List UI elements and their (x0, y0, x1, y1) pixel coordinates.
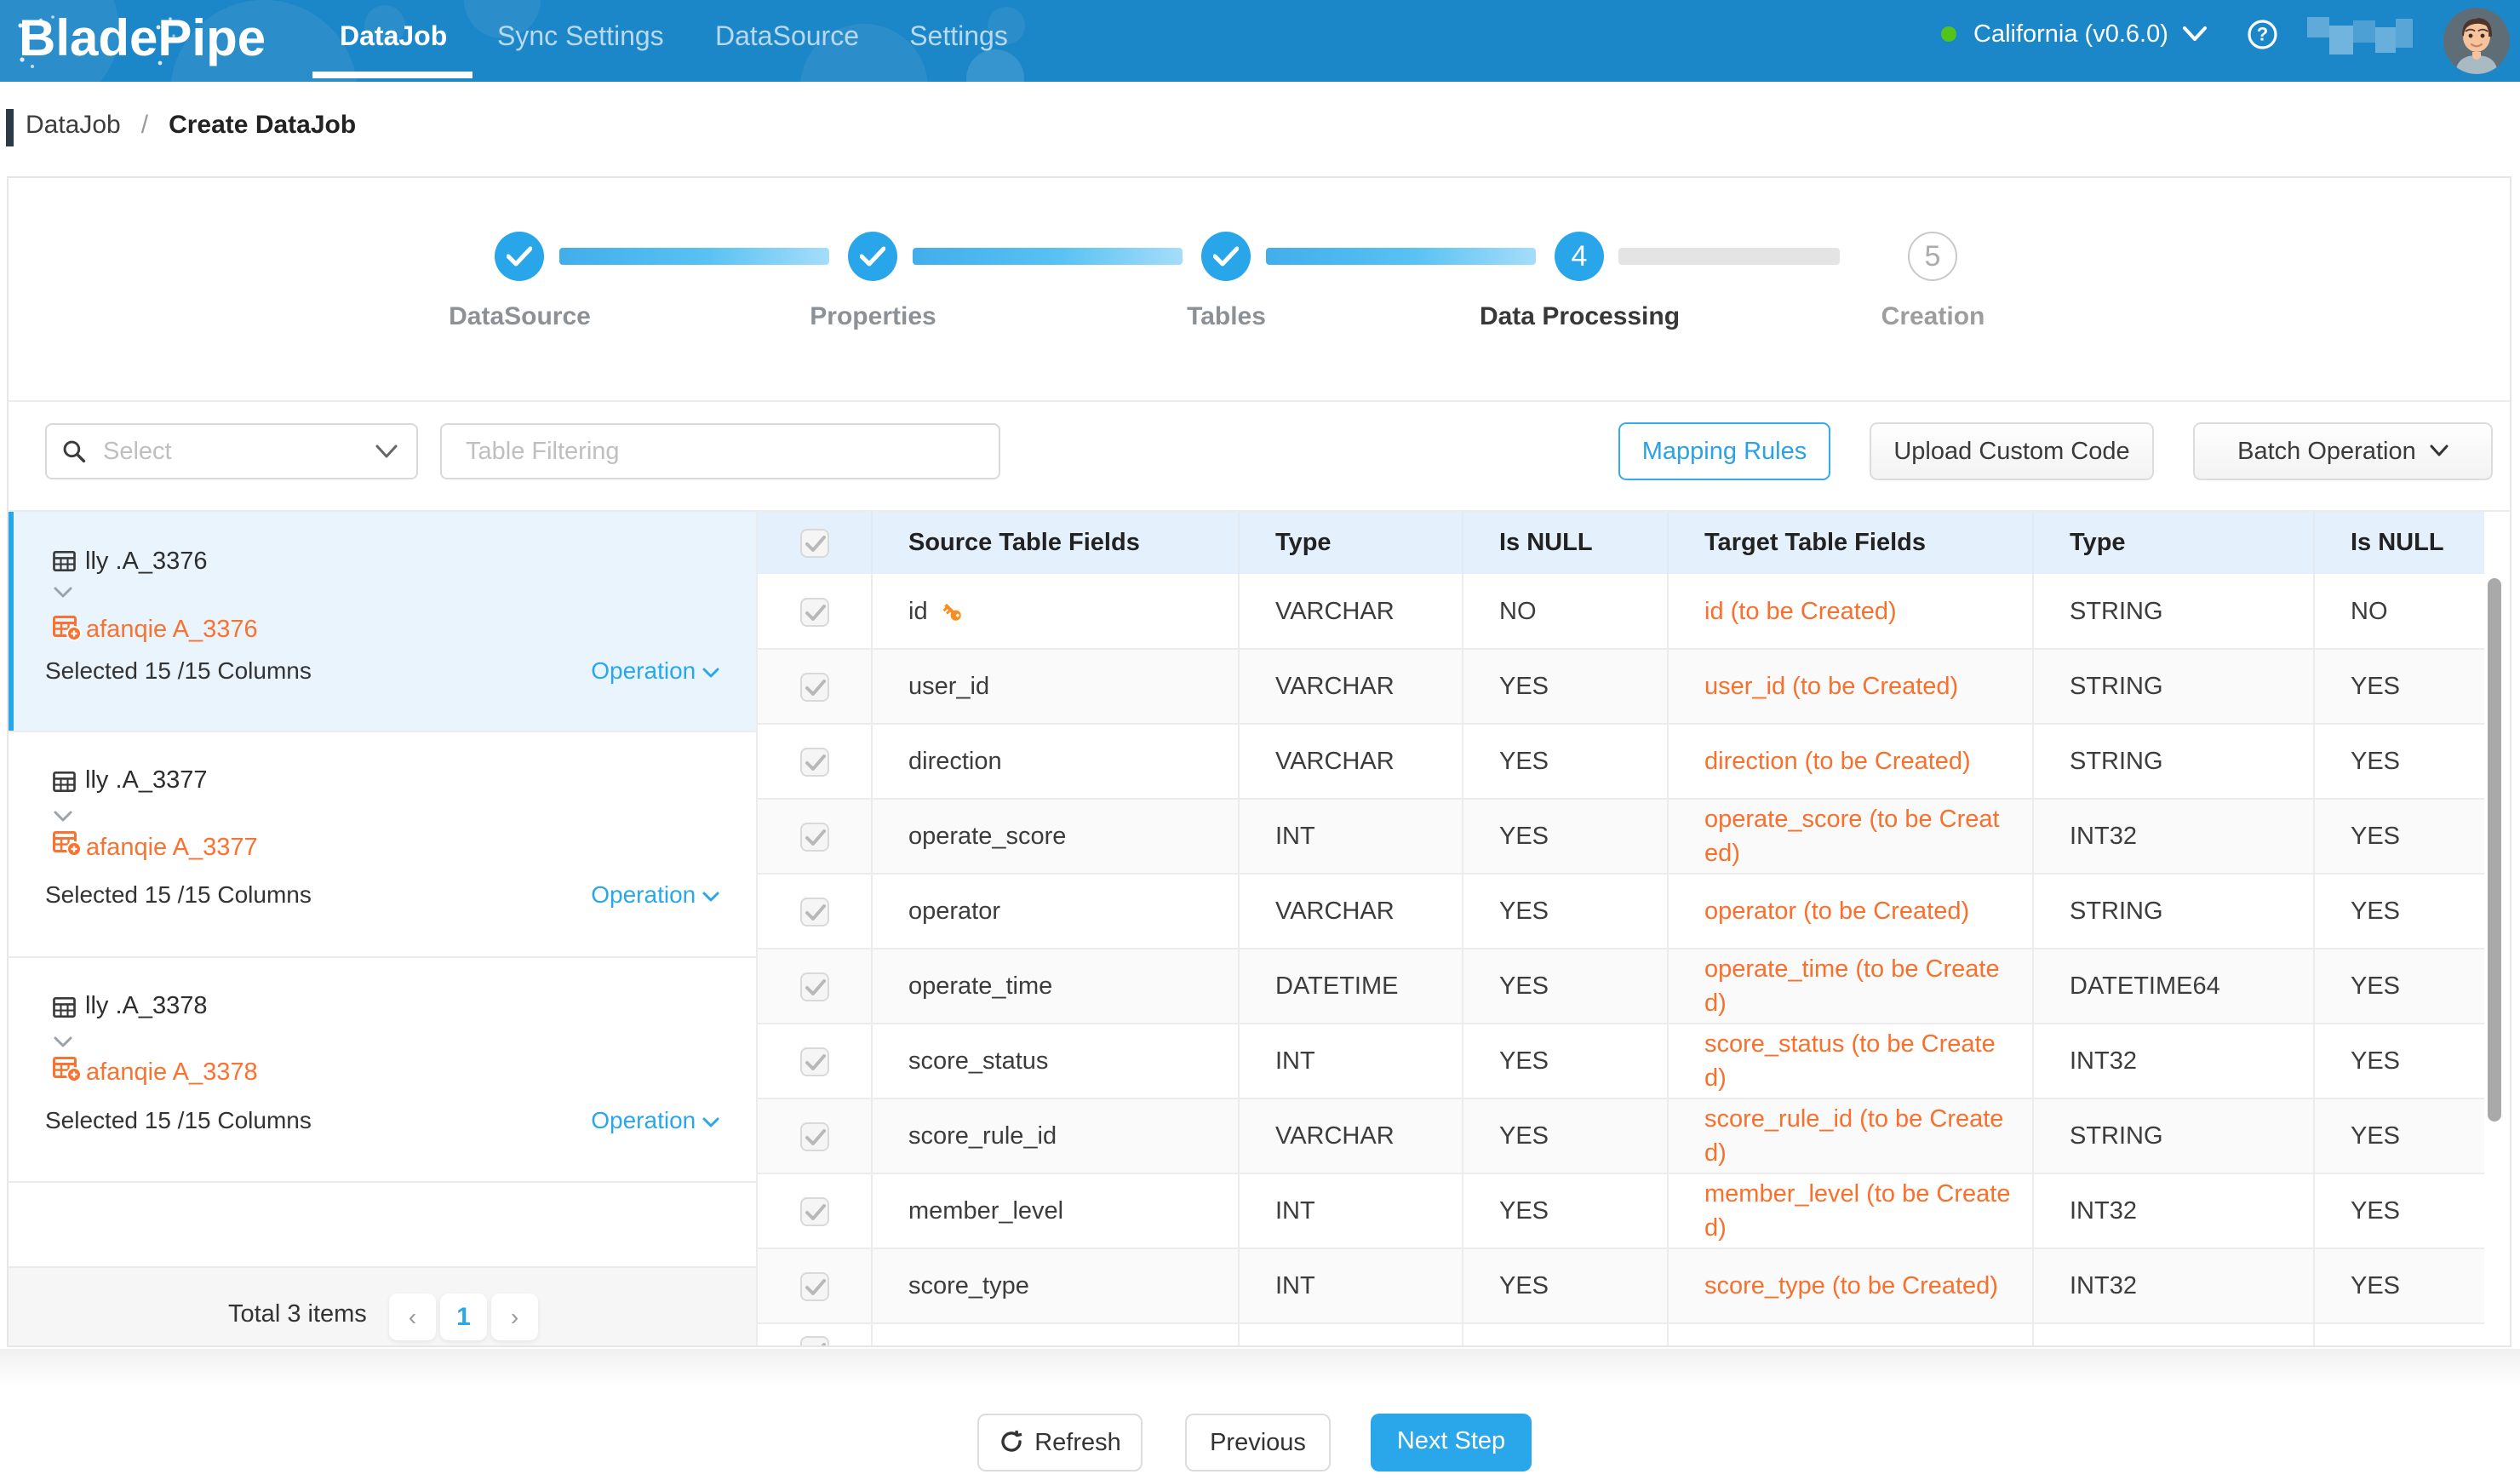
svg-text:?: ? (2257, 24, 2268, 45)
